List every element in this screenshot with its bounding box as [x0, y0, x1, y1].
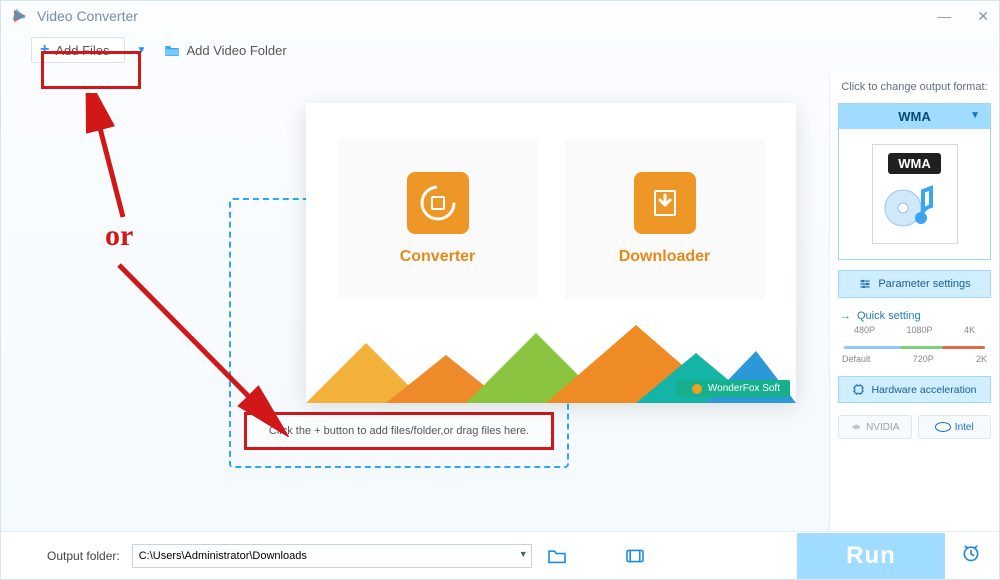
add-folder-label: Add Video Folder [186, 43, 286, 58]
slider-tick: 2K [976, 354, 987, 364]
slider-labels-top: 480P 1080P 4K [840, 325, 989, 335]
intel-chip: Intel [918, 415, 992, 439]
downloader-icon [634, 172, 696, 234]
slider-labels-bottom: Default 720P 2K [840, 354, 989, 364]
slider-tick: 4K [964, 325, 975, 335]
slider-track [844, 346, 985, 349]
output-format-name: WMA [898, 109, 931, 124]
brand-dot-icon [692, 384, 702, 394]
quick-setting-slider[interactable]: 480P 1080P 4K Default 720P 2K [840, 336, 989, 366]
run-button[interactable]: Run [797, 533, 945, 579]
format-badge-label: WMA [888, 153, 941, 174]
nvidia-icon [850, 421, 862, 433]
minimize-button[interactable]: — [937, 8, 951, 25]
merge-icon [625, 548, 645, 564]
format-thumbnail: WMA [872, 144, 958, 244]
quick-setting-section: → Quick setting 480P 1080P 4K Default 72… [838, 308, 991, 366]
path-dropdown-icon[interactable]: ▼ [519, 549, 528, 559]
add-files-label: Add Files [55, 43, 109, 58]
main-area: Click the + button to add files/folder,o… [1, 73, 999, 543]
open-folder-icon [547, 548, 567, 564]
brand-label: WonderFox Soft [708, 383, 780, 394]
nvidia-label: NVIDIA [866, 422, 899, 433]
slider-tick: 1080P [906, 325, 932, 335]
quick-setting-label: Quick setting [857, 310, 921, 322]
schedule-button[interactable] [957, 543, 985, 568]
output-folder-input[interactable] [132, 544, 532, 568]
chip-icon [852, 383, 865, 396]
converter-icon [407, 172, 469, 234]
plus-icon: + [40, 42, 49, 58]
toolbar: + Add Files ▼ Add Video Folder [1, 31, 999, 73]
gpu-chip-row: NVIDIA Intel [838, 415, 991, 439]
slider-tick: 720P [913, 354, 934, 364]
center-panel: Click the + button to add files/folder,o… [1, 73, 829, 543]
drop-hint-text: Click the + button to add files/folder,o… [244, 412, 554, 450]
output-folder-label: Output folder: [47, 549, 120, 563]
downloader-label: Downloader [619, 248, 711, 266]
bottom-bar: Output folder: ▼ Run [1, 531, 999, 579]
output-format-hint: Click to change output format: [838, 81, 991, 93]
annotation-or-text: or [105, 219, 133, 253]
add-files-dropdown-icon[interactable]: ▼ [137, 45, 147, 56]
output-format-card[interactable]: WMA ▼ WMA [838, 103, 991, 260]
window-controls: — ✕ [937, 8, 989, 25]
intel-label: Intel [955, 422, 974, 433]
app-logo-icon [11, 7, 29, 25]
add-files-button[interactable]: + Add Files [31, 37, 125, 63]
folder-icon [164, 43, 180, 57]
add-video-folder-button[interactable]: Add Video Folder [158, 39, 292, 62]
nvidia-chip: NVIDIA [838, 415, 912, 439]
output-path-wrap: ▼ [132, 544, 532, 568]
sliders-icon [858, 277, 872, 291]
close-button[interactable]: ✕ [977, 8, 989, 25]
hardware-acceleration-button[interactable]: Hardware acceleration [838, 376, 991, 403]
alarm-clock-icon [961, 543, 981, 563]
wma-art-icon [881, 174, 949, 234]
downloader-tile[interactable]: Downloader [565, 139, 765, 299]
run-label: Run [846, 542, 896, 570]
chevron-down-icon: ▼ [970, 110, 980, 121]
converter-label: Converter [400, 248, 476, 266]
slider-tick: 480P [854, 325, 875, 335]
converter-tile[interactable]: Converter [338, 139, 538, 299]
arrow-right-icon: → [840, 310, 851, 322]
welcome-tiles: Converter Downloader [306, 103, 796, 299]
output-format-body: WMA [839, 129, 990, 259]
output-format-header: WMA ▼ [839, 104, 990, 129]
intel-icon [935, 422, 951, 432]
slider-tick: Default [842, 354, 871, 364]
window-title: Video Converter [37, 8, 138, 24]
merge-button[interactable] [622, 545, 648, 567]
brand-badge: WonderFox Soft [676, 380, 790, 397]
quick-setting-title: → Quick setting [840, 310, 989, 322]
parameter-settings-button[interactable]: Parameter settings [838, 270, 991, 298]
app-window: Video Converter — ✕ + Add Files ▼ Add Vi… [0, 0, 1000, 580]
right-panel: Click to change output format: WMA ▼ WMA [829, 73, 999, 543]
hardware-acceleration-label: Hardware acceleration [871, 384, 976, 396]
open-folder-button[interactable] [544, 545, 570, 567]
parameter-settings-label: Parameter settings [878, 278, 970, 290]
title-bar: Video Converter — ✕ [1, 1, 999, 31]
welcome-overlay: Converter Downloader [306, 103, 796, 403]
